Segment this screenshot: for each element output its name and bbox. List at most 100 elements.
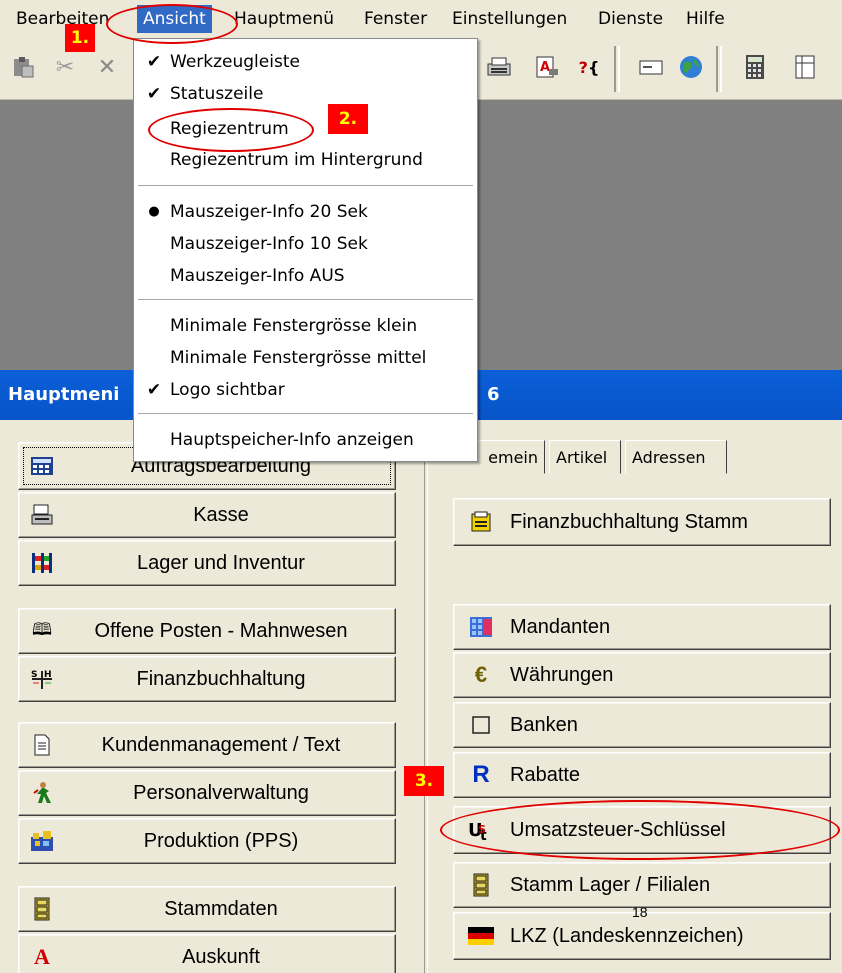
annotation-step-3: 3. bbox=[404, 766, 444, 796]
menu-item-logo-sichtbar[interactable]: ✔ Logo sichtbar bbox=[134, 375, 477, 405]
waehrungen-label: Währungen bbox=[510, 663, 614, 686]
finanzbuchhaltung-button[interactable]: SH Finanzbuchhaltung bbox=[18, 656, 396, 702]
kundenmanagement-button[interactable]: Kundenmanagement / Text bbox=[18, 722, 396, 768]
letter-r-icon: R bbox=[472, 761, 490, 788]
tab-artikel[interactable]: Artikel bbox=[549, 440, 621, 474]
page-number: 18 bbox=[632, 904, 648, 920]
checkmark-icon: ✔ bbox=[146, 84, 162, 104]
kasse-label: Kasse bbox=[193, 503, 249, 526]
envelope-icon[interactable] bbox=[636, 52, 666, 82]
german-flag-icon bbox=[468, 923, 494, 949]
table-icon[interactable] bbox=[790, 52, 820, 82]
kasse-button[interactable]: Kasse bbox=[18, 492, 396, 538]
banken-button[interactable]: Banken bbox=[453, 702, 831, 748]
finanzbuchhaltung-stamm-button[interactable]: Finanzbuchhaltung Stamm bbox=[453, 498, 831, 546]
stammdaten-label: Stammdaten bbox=[164, 897, 278, 920]
scissors-icon[interactable]: ✂ bbox=[50, 52, 80, 82]
banken-label: Banken bbox=[510, 713, 578, 736]
folder-icon bbox=[468, 509, 494, 535]
menu-item-label: Werkzeugleiste bbox=[170, 52, 300, 72]
stamm-lager-filialen-label: Stamm Lager / Filialen bbox=[510, 873, 711, 896]
rabatte-button[interactable]: R Rabatte bbox=[453, 752, 831, 798]
menu-item-mauszeiger-10[interactable]: Mauszeiger-Info 10 Sek bbox=[134, 229, 477, 259]
menu-item-mauszeiger-aus[interactable]: Mauszeiger-Info AUS bbox=[134, 261, 477, 291]
auskunft-label: Auskunft bbox=[182, 945, 260, 968]
menu-item-label: Mauszeiger-Info AUS bbox=[170, 266, 345, 286]
waehrungen-button[interactable]: € Währungen bbox=[453, 652, 831, 698]
finanzbuchhaltung-label: Finanzbuchhaltung bbox=[136, 667, 306, 690]
mandanten-button[interactable]: Mandanten bbox=[453, 604, 831, 650]
file-cabinet-icon bbox=[29, 896, 55, 922]
toolbar-separator bbox=[716, 46, 722, 92]
lager-und-inventur-button[interactable]: Lager und Inventur bbox=[18, 540, 396, 586]
menu-hilfe[interactable]: Hilfe bbox=[680, 5, 731, 33]
calculator-icon[interactable] bbox=[740, 52, 770, 82]
annotation-ellipse-ansicht bbox=[106, 4, 238, 44]
menu-item-label: Statuszeile bbox=[170, 84, 264, 104]
annotation-ellipse-umsatzsteuer bbox=[440, 800, 840, 860]
tab-adressen[interactable]: Adressen bbox=[625, 440, 727, 474]
produktion-button[interactable]: Produktion (PPS) bbox=[18, 818, 396, 864]
globe-icon[interactable] bbox=[676, 52, 706, 82]
auskunft-button[interactable]: A Auskunft bbox=[18, 934, 396, 973]
ansicht-dropdown-menu: ✔ Werkzeugleiste ✔ Statuszeile Regiezent… bbox=[133, 38, 478, 462]
lkz-label: LKZ (Landeskennzeichen) bbox=[510, 924, 744, 947]
paste-icon[interactable] bbox=[8, 52, 38, 82]
stamm-lager-filialen-button[interactable]: Stamm Lager / Filialen bbox=[453, 862, 831, 908]
panel-divider bbox=[424, 420, 428, 973]
menu-fenster[interactable]: Fenster bbox=[358, 5, 433, 33]
menu-bearbeiten[interactable]: Bearbeiten bbox=[10, 5, 115, 33]
checkmark-icon: ✔ bbox=[146, 380, 162, 400]
menu-item-label: Logo sichtbar bbox=[170, 380, 285, 400]
lager-und-inventur-label: Lager und Inventur bbox=[137, 551, 305, 574]
annotation-ellipse-regiezentrum bbox=[148, 108, 314, 152]
print-preview-icon[interactable]: A bbox=[532, 52, 562, 82]
offene-posten-button[interactable]: 🕮 Offene Posten - Mahnwesen bbox=[18, 608, 396, 654]
menu-item-fenstergroesse-mittel[interactable]: Minimale Fenstergrösse mittel bbox=[134, 343, 477, 373]
menu-item-fenstergroesse-klein[interactable]: Minimale Fenstergrösse klein bbox=[134, 311, 477, 341]
annotation-step-1: 1. bbox=[65, 24, 95, 52]
radio-bullet-icon: ● bbox=[148, 204, 160, 219]
ledger-icon: SH bbox=[29, 666, 55, 692]
kundenmanagement-label: Kundenmanagement / Text bbox=[101, 733, 341, 756]
delete-icon[interactable]: ✕ bbox=[92, 52, 122, 82]
offene-posten-label: Offene Posten - Mahnwesen bbox=[94, 619, 348, 642]
book-icon: 🕮 bbox=[31, 619, 53, 639]
menu-hauptmenue[interactable]: Hauptmenü bbox=[228, 5, 340, 33]
menu-item-label: Hauptspeicher-Info anzeigen bbox=[170, 430, 414, 450]
shelf-icon bbox=[29, 550, 55, 576]
window-title: Hauptmeni bbox=[8, 384, 120, 405]
stammdaten-button[interactable]: Stammdaten bbox=[18, 886, 396, 932]
finanzbuchhaltung-stamm-label: Finanzbuchhaltung Stamm bbox=[510, 510, 748, 533]
personalverwaltung-button[interactable]: Personalverwaltung bbox=[18, 770, 396, 816]
menu-separator bbox=[138, 413, 473, 415]
menu-separator bbox=[138, 299, 473, 301]
menu-item-regiezentrum-hintergrund[interactable]: Regiezentrum im Hintergrund bbox=[134, 145, 477, 175]
menu-item-label: Minimale Fenstergrösse klein bbox=[170, 316, 418, 336]
menu-item-mauszeiger-20[interactable]: ● Mauszeiger-Info 20 Sek bbox=[134, 197, 477, 227]
menu-item-label: Mauszeiger-Info 10 Sek bbox=[170, 234, 368, 254]
window-title-tail: 6 bbox=[487, 384, 500, 405]
menu-item-hauptspeicher-info[interactable]: Hauptspeicher-Info anzeigen bbox=[134, 425, 477, 455]
menu-item-label: Regiezentrum im Hintergrund bbox=[170, 150, 423, 170]
menu-item-werkzeugleiste[interactable]: ✔ Werkzeugleiste bbox=[134, 47, 477, 77]
factory-icon bbox=[29, 828, 55, 854]
checkmark-icon: ✔ bbox=[146, 52, 162, 72]
menu-einstellungen[interactable]: Einstellungen bbox=[446, 5, 573, 33]
annotation-step-2: 2. bbox=[328, 104, 368, 134]
document-icon bbox=[29, 732, 55, 758]
help-index-icon[interactable]: ?{ bbox=[574, 52, 604, 82]
person-icon bbox=[29, 780, 55, 806]
menu-item-label: Mauszeiger-Info 20 Sek bbox=[170, 202, 368, 222]
menu-separator bbox=[138, 185, 473, 187]
menu-item-statuszeile[interactable]: ✔ Statuszeile bbox=[134, 79, 477, 109]
grid-icon bbox=[468, 614, 494, 640]
rabatte-label: Rabatte bbox=[510, 763, 581, 786]
svg-text:A: A bbox=[540, 60, 550, 75]
toolbar-separator bbox=[614, 46, 620, 92]
produktion-label: Produktion (PPS) bbox=[143, 829, 299, 852]
personalverwaltung-label: Personalverwaltung bbox=[133, 781, 309, 804]
empty-box-icon bbox=[468, 712, 494, 738]
printer-icon[interactable] bbox=[484, 52, 514, 82]
menu-dienste[interactable]: Dienste bbox=[592, 5, 669, 33]
